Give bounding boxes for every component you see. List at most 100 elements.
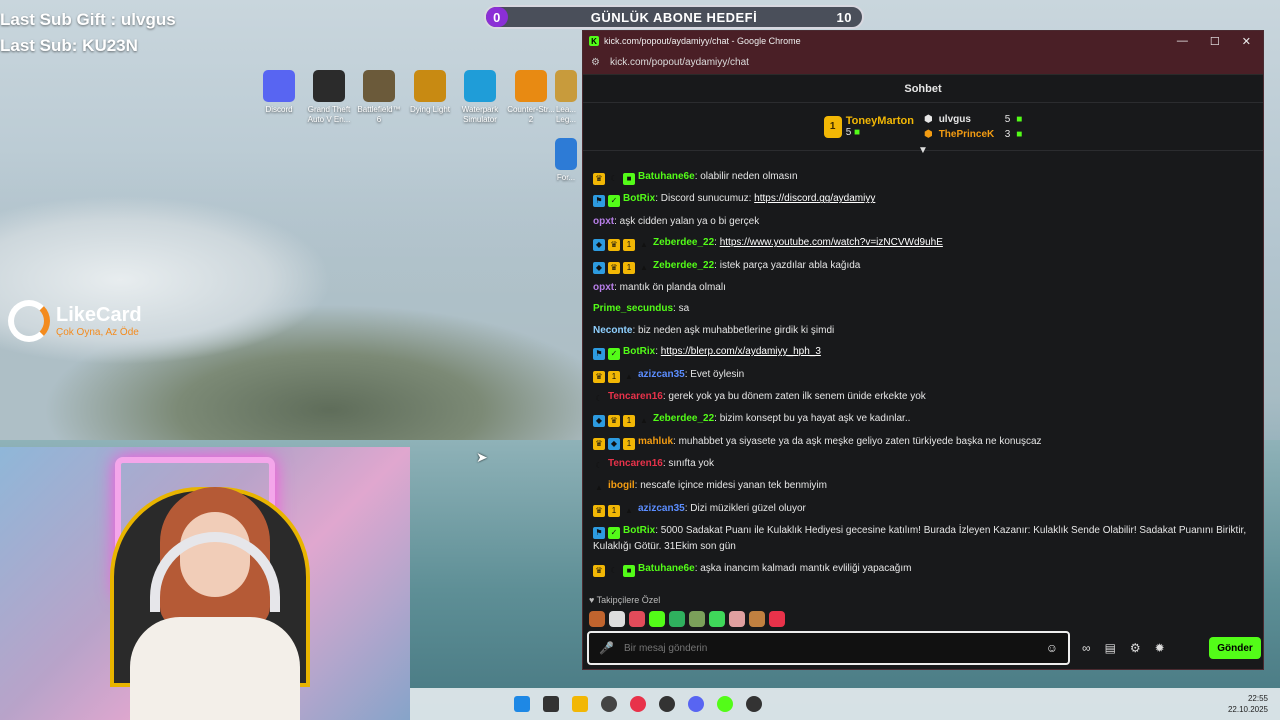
close-button[interactable]: ✕ (1242, 35, 1251, 48)
message-input[interactable] (623, 642, 1046, 654)
chat-username[interactable]: Batuhane6e (638, 563, 695, 574)
bot-badge-icon[interactable]: ⚑ (593, 527, 605, 540)
chat-username[interactable]: mahluk (638, 436, 673, 447)
chat-username[interactable]: azizcan35 (638, 503, 685, 514)
chat-username[interactable]: Neconte (593, 325, 632, 336)
subscriber-crown-icon[interactable]: ♛ (593, 173, 605, 185)
subscriber-crown-icon[interactable]: ♛ (608, 415, 620, 428)
desktop-icon[interactable]: Discord (255, 70, 303, 115)
sub-gifter-badge-icon[interactable]: ◆ (593, 261, 605, 274)
verified-badge-icon[interactable]: ✓ (608, 195, 620, 208)
chat-username[interactable]: Batuhane6e (638, 171, 695, 182)
store-icon[interactable]: ▤ (1105, 641, 1116, 655)
sub-gifter-badge-icon[interactable]: ◆ (608, 437, 620, 450)
subscriber-crown-icon[interactable]: ♛ (593, 370, 605, 383)
emote-menu-icon[interactable]: ∞ (1082, 641, 1091, 655)
one-month-badge-icon[interactable]: 1 (623, 415, 635, 428)
chat-message-link[interactable]: https://discord.gg/aydamiyy (754, 193, 875, 204)
chat-username[interactable]: BotRix (623, 346, 655, 357)
emote-icon[interactable] (749, 611, 765, 627)
obs-icon[interactable] (601, 696, 617, 712)
chat-username[interactable]: Tencaren16 (608, 458, 663, 469)
emote-icon[interactable] (649, 611, 665, 627)
desktop-icon[interactable]: Waterpark Simulator (456, 70, 504, 125)
minimize-button[interactable]: — (1177, 35, 1188, 48)
moon-badge-icon[interactable]: ☾ (608, 565, 620, 577)
subscriber-crown-icon[interactable]: ♛ (608, 261, 620, 274)
address-bar[interactable]: ⚙ kick.com/popout/aydamiyy/chat (583, 51, 1263, 75)
gift-badge-icon[interactable]: ■ (623, 173, 635, 185)
chat-username[interactable]: Zeberdee_22 (653, 413, 714, 424)
badge-settings-icon[interactable]: ✹ (1155, 641, 1165, 655)
chrome-icon[interactable] (630, 696, 646, 712)
file-explorer-icon[interactable] (572, 696, 588, 712)
emote-icon[interactable] (729, 611, 745, 627)
windows-start-icon[interactable] (514, 696, 530, 712)
chat-username[interactable]: azizcan35 (638, 369, 685, 380)
subscriber-crown-icon[interactable]: ♛ (608, 239, 620, 252)
subscriber-crown-icon[interactable]: ♛ (593, 564, 605, 577)
settings-gear-icon[interactable]: ⚙ (1130, 641, 1141, 655)
desktop-icon[interactable]: Grand Theft Auto V En... (305, 70, 353, 125)
chat-username[interactable]: Tencaren16 (608, 391, 663, 402)
bot-badge-icon[interactable]: ⚑ (593, 348, 605, 361)
leaderboard-row[interactable]: ⬢ ulvgus 5 ■ (924, 114, 1022, 125)
emote-icon[interactable] (629, 611, 645, 627)
maximize-button[interactable]: ☐ (1210, 35, 1220, 48)
desktop-icon[interactable]: For... (555, 138, 577, 183)
chat-username[interactable]: opxt (593, 282, 614, 293)
desktop-icon[interactable]: Dying Light (406, 70, 454, 115)
chat-username[interactable]: BotRix (623, 193, 655, 204)
address-url[interactable]: kick.com/popout/aydamiyy/chat (610, 57, 749, 68)
emoji-icon[interactable]: ☺ (1046, 641, 1058, 655)
emote-icon[interactable] (589, 611, 605, 627)
chat-username[interactable]: Zeberdee_22 (653, 237, 714, 248)
emote-icon[interactable] (709, 611, 725, 627)
one-month-badge-icon[interactable]: 1 (623, 239, 635, 252)
message-input-box[interactable]: 🎤 ☺ (587, 631, 1070, 665)
kick-icon[interactable] (717, 696, 733, 712)
emote-icon[interactable] (769, 611, 785, 627)
wizard-hat-badge-icon[interactable]: ▲ (638, 239, 650, 251)
chat-username[interactable]: opxt (593, 216, 614, 227)
leaderboard-row[interactable]: ⬢ ThePrinceK 3 ■ (924, 129, 1022, 140)
bot-badge-icon[interactable]: ⚑ (593, 195, 605, 208)
chat-username[interactable]: Prime_secundus (593, 303, 673, 314)
one-month-badge-icon[interactable]: 1 (623, 261, 635, 274)
wizard-hat-badge-icon[interactable]: ▲ (593, 482, 605, 494)
emote-icon[interactable] (669, 611, 685, 627)
gift-badge-icon[interactable]: ■ (623, 564, 635, 577)
moon-badge-icon[interactable]: ☾ (593, 393, 605, 405)
verified-badge-icon[interactable]: ✓ (608, 527, 620, 540)
expand-arrow-icon[interactable]: ▼ (918, 145, 928, 156)
emote-icon[interactable] (609, 611, 625, 627)
chat-message-link[interactable]: https://www.youtube.com/watch?v=izNCVWd9… (720, 237, 943, 248)
chat-username[interactable]: BotRix (623, 525, 655, 536)
wizard-hat-badge-icon[interactable]: ▲ (638, 415, 650, 427)
sub-gifter-badge-icon[interactable]: ◆ (593, 239, 605, 252)
moon-badge-icon[interactable]: ☾ (608, 173, 620, 185)
desktop-icon[interactable]: Lea... Leg... (555, 70, 577, 125)
chat-username[interactable]: Zeberdee_22 (653, 260, 714, 271)
app-g-icon[interactable] (659, 696, 675, 712)
subscriber-crown-icon[interactable]: ♛ (593, 504, 605, 517)
discord-icon[interactable] (688, 696, 704, 712)
send-button[interactable]: Gönder (1209, 637, 1261, 659)
emote-icon[interactable] (689, 611, 705, 627)
wizard-hat-badge-icon[interactable]: ▲ (623, 371, 635, 383)
one-month-badge-icon[interactable]: 1 (623, 437, 635, 450)
verified-badge-icon[interactable]: ✓ (608, 348, 620, 361)
site-settings-icon[interactable]: ⚙ (591, 57, 600, 68)
app-g2-icon[interactable] (746, 696, 762, 712)
wizard-hat-badge-icon[interactable]: ▲ (638, 262, 650, 274)
wizard-hat-badge-icon[interactable]: ▲ (623, 505, 635, 517)
taskbar-clock[interactable]: 22:55 22.10.2025 (1228, 693, 1268, 715)
one-month-badge-icon[interactable]: 1 (608, 370, 620, 383)
one-month-badge-icon[interactable]: 1 (608, 504, 620, 517)
task-view-icon[interactable] (543, 696, 559, 712)
chat-username[interactable]: ibogil (608, 480, 635, 491)
chat-message-link[interactable]: https://blerp.com/x/aydamiyy_hph_3 (661, 346, 821, 357)
desktop-icon[interactable]: Counter-Str... 2 (507, 70, 555, 125)
microphone-icon[interactable]: 🎤 (599, 641, 614, 655)
subscriber-crown-icon[interactable]: ♛ (593, 437, 605, 450)
